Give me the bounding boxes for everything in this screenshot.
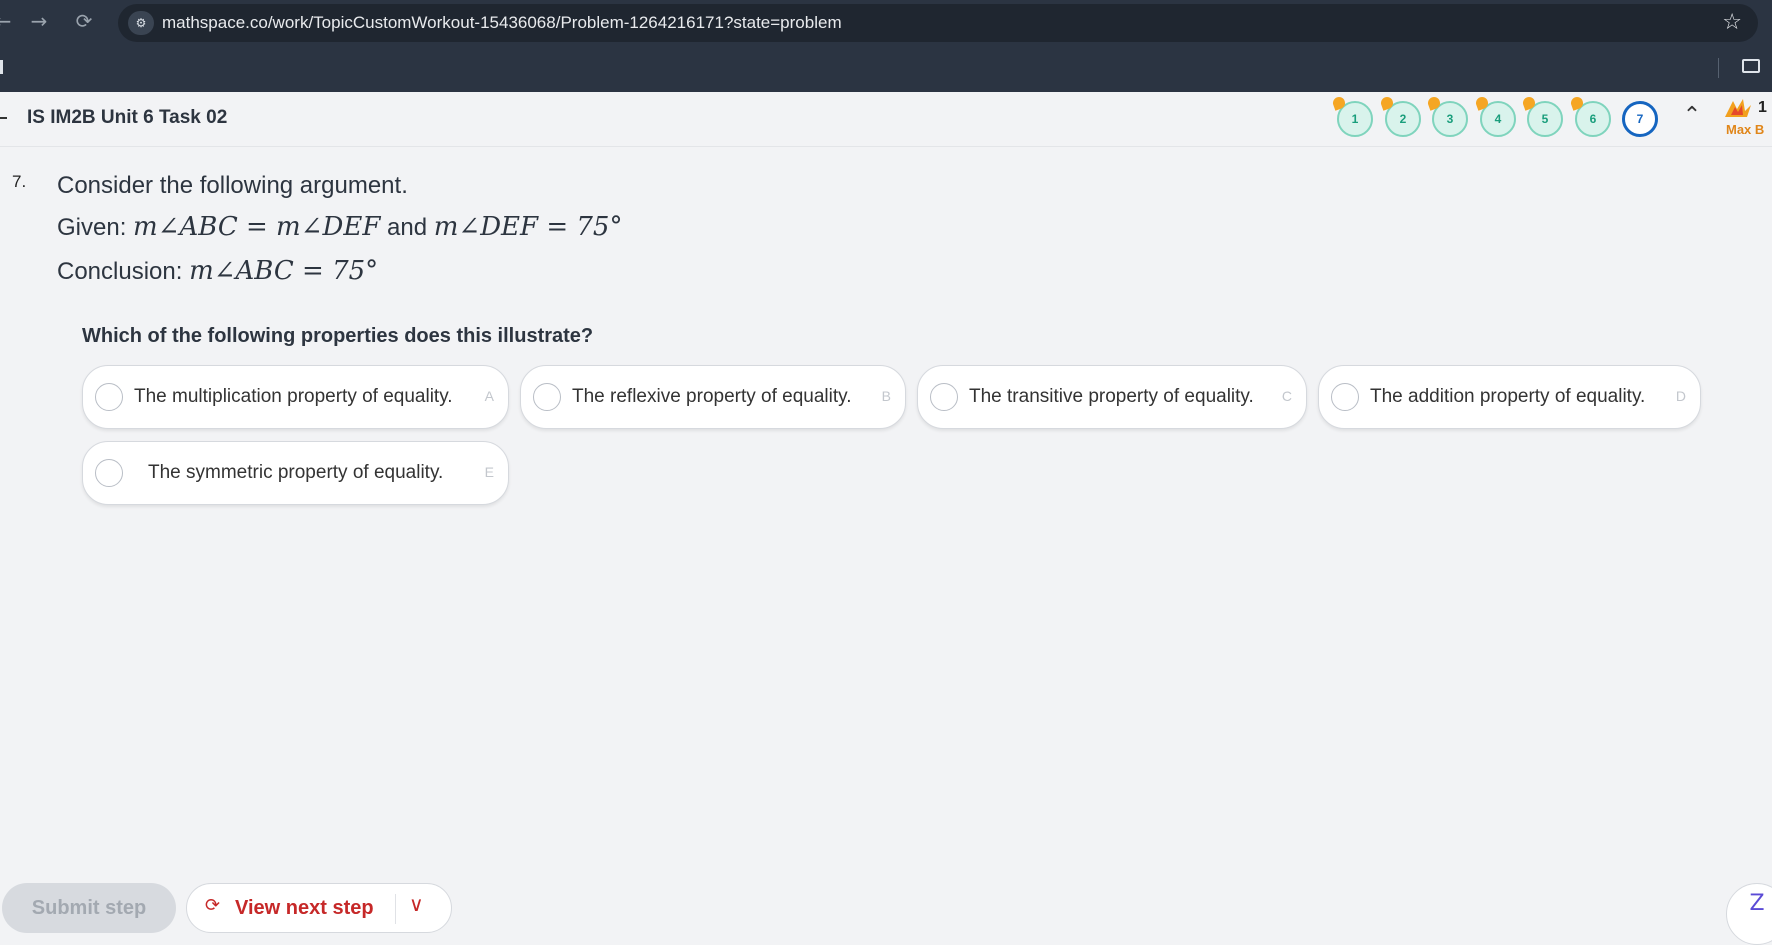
streak-flame-icon — [1379, 95, 1395, 111]
question-number: 7. — [12, 172, 27, 191]
collapse-chevron-icon[interactable]: ⌃ — [1682, 105, 1702, 127]
streak-flame-icon — [1331, 95, 1347, 111]
radio-button[interactable] — [95, 459, 123, 487]
reload-icon[interactable]: ⟳ — [73, 10, 95, 32]
question-bubble-7[interactable]: 7 — [1622, 101, 1658, 137]
option-label: The addition property of equality. — [1370, 386, 1646, 407]
badge-count: 1 — [1758, 99, 1767, 116]
bookmark-edge-icon — [0, 60, 3, 74]
site-info-icon[interactable]: ⚙ — [128, 11, 154, 35]
streak-flame-icon — [1474, 95, 1490, 111]
browser-chrome: ← → ⟳ ⚙ mathspace.co/work/TopicCustomWor… — [0, 0, 1772, 92]
option-b[interactable]: The reflexive property of equality. B — [520, 365, 906, 429]
and-word: and — [387, 214, 428, 241]
given-line: Given: m∠ABC = m∠DEF and m∠DEF = 75° — [57, 212, 622, 242]
question-bubble-2[interactable]: 2 — [1379, 95, 1421, 137]
radio-button[interactable] — [1331, 383, 1359, 411]
button-divider — [395, 894, 396, 924]
option-letter: E — [484, 464, 494, 480]
menu-dash-icon[interactable] — [0, 117, 7, 119]
streak-flame-icon — [1426, 95, 1442, 111]
help-bot-icon[interactable]: Z — [1726, 883, 1772, 945]
option-letter: C — [1281, 388, 1292, 404]
option-c[interactable]: The transitive property of equality. C — [917, 365, 1307, 429]
conclusion-equation: m∠ABC = 75° — [189, 256, 379, 286]
forward-icon[interactable]: → — [28, 10, 50, 32]
address-bar[interactable]: ⚙ mathspace.co/work/TopicCustomWorkout-1… — [118, 4, 1758, 42]
back-icon[interactable]: ← — [0, 10, 14, 32]
option-label: The transitive property of equality. — [969, 386, 1254, 407]
task-title: IS IM2B Unit 6 Task 02 — [27, 107, 228, 128]
given-equation-2: m∠DEF = 75° — [433, 212, 623, 242]
task-header: IS IM2B Unit 6 Task 02 1 2 3 4 5 6 7 ⌃ 1… — [0, 92, 1772, 147]
option-a[interactable]: The multiplication property of equality.… — [82, 365, 509, 429]
submit-step-button[interactable]: Submit step — [2, 883, 176, 933]
conclusion-label: Conclusion: — [57, 258, 183, 285]
url-text[interactable]: mathspace.co/work/TopicCustomWorkout-154… — [162, 13, 842, 33]
streak-badge-icon — [1725, 99, 1751, 117]
given-label: Given: — [57, 214, 127, 241]
radio-button[interactable] — [930, 383, 958, 411]
intro-text: Consider the following argument. — [57, 172, 408, 199]
option-label: The multiplication property of equality. — [134, 386, 453, 407]
radio-button[interactable] — [533, 383, 561, 411]
view-next-step-button[interactable]: ⟳ View next step ∨ — [186, 883, 452, 933]
next-step-icon: ⟳ — [205, 895, 221, 916]
chevron-down-icon[interactable]: ∨ — [409, 892, 424, 916]
option-label: The reflexive property of equality. — [572, 386, 852, 407]
folder-icon[interactable] — [1742, 59, 1760, 73]
radio-button[interactable] — [95, 383, 123, 411]
intro-line: Consider the following argument. — [57, 172, 408, 200]
streak-flame-icon — [1569, 95, 1585, 111]
question-bubble-3[interactable]: 3 — [1426, 95, 1468, 137]
question-bubble-5[interactable]: 5 — [1521, 95, 1563, 137]
option-letter: D — [1675, 388, 1686, 404]
question-bubble-6[interactable]: 6 — [1569, 95, 1611, 137]
bookmark-star-icon[interactable]: ☆ — [1722, 10, 1742, 35]
given-equation-1: m∠ABC = m∠DEF — [133, 212, 381, 242]
bookmark-divider — [1718, 58, 1719, 78]
question-bubble-4[interactable]: 4 — [1474, 95, 1516, 137]
option-d[interactable]: The addition property of equality. D — [1318, 365, 1701, 429]
question-bubble-1[interactable]: 1 — [1331, 95, 1373, 137]
streak-flame-icon — [1521, 95, 1537, 111]
conclusion-line: Conclusion: m∠ABC = 75° — [57, 256, 378, 286]
option-letter: A — [484, 388, 494, 404]
badge-label: Max B — [1726, 122, 1765, 137]
option-letter: B — [881, 388, 891, 404]
question-prompt: Which of the following properties does t… — [82, 325, 594, 347]
option-e[interactable]: The symmetric property of equality. E — [82, 441, 509, 505]
option-label: The symmetric property of equality. — [148, 462, 444, 483]
next-step-label: View next step — [235, 897, 374, 919]
